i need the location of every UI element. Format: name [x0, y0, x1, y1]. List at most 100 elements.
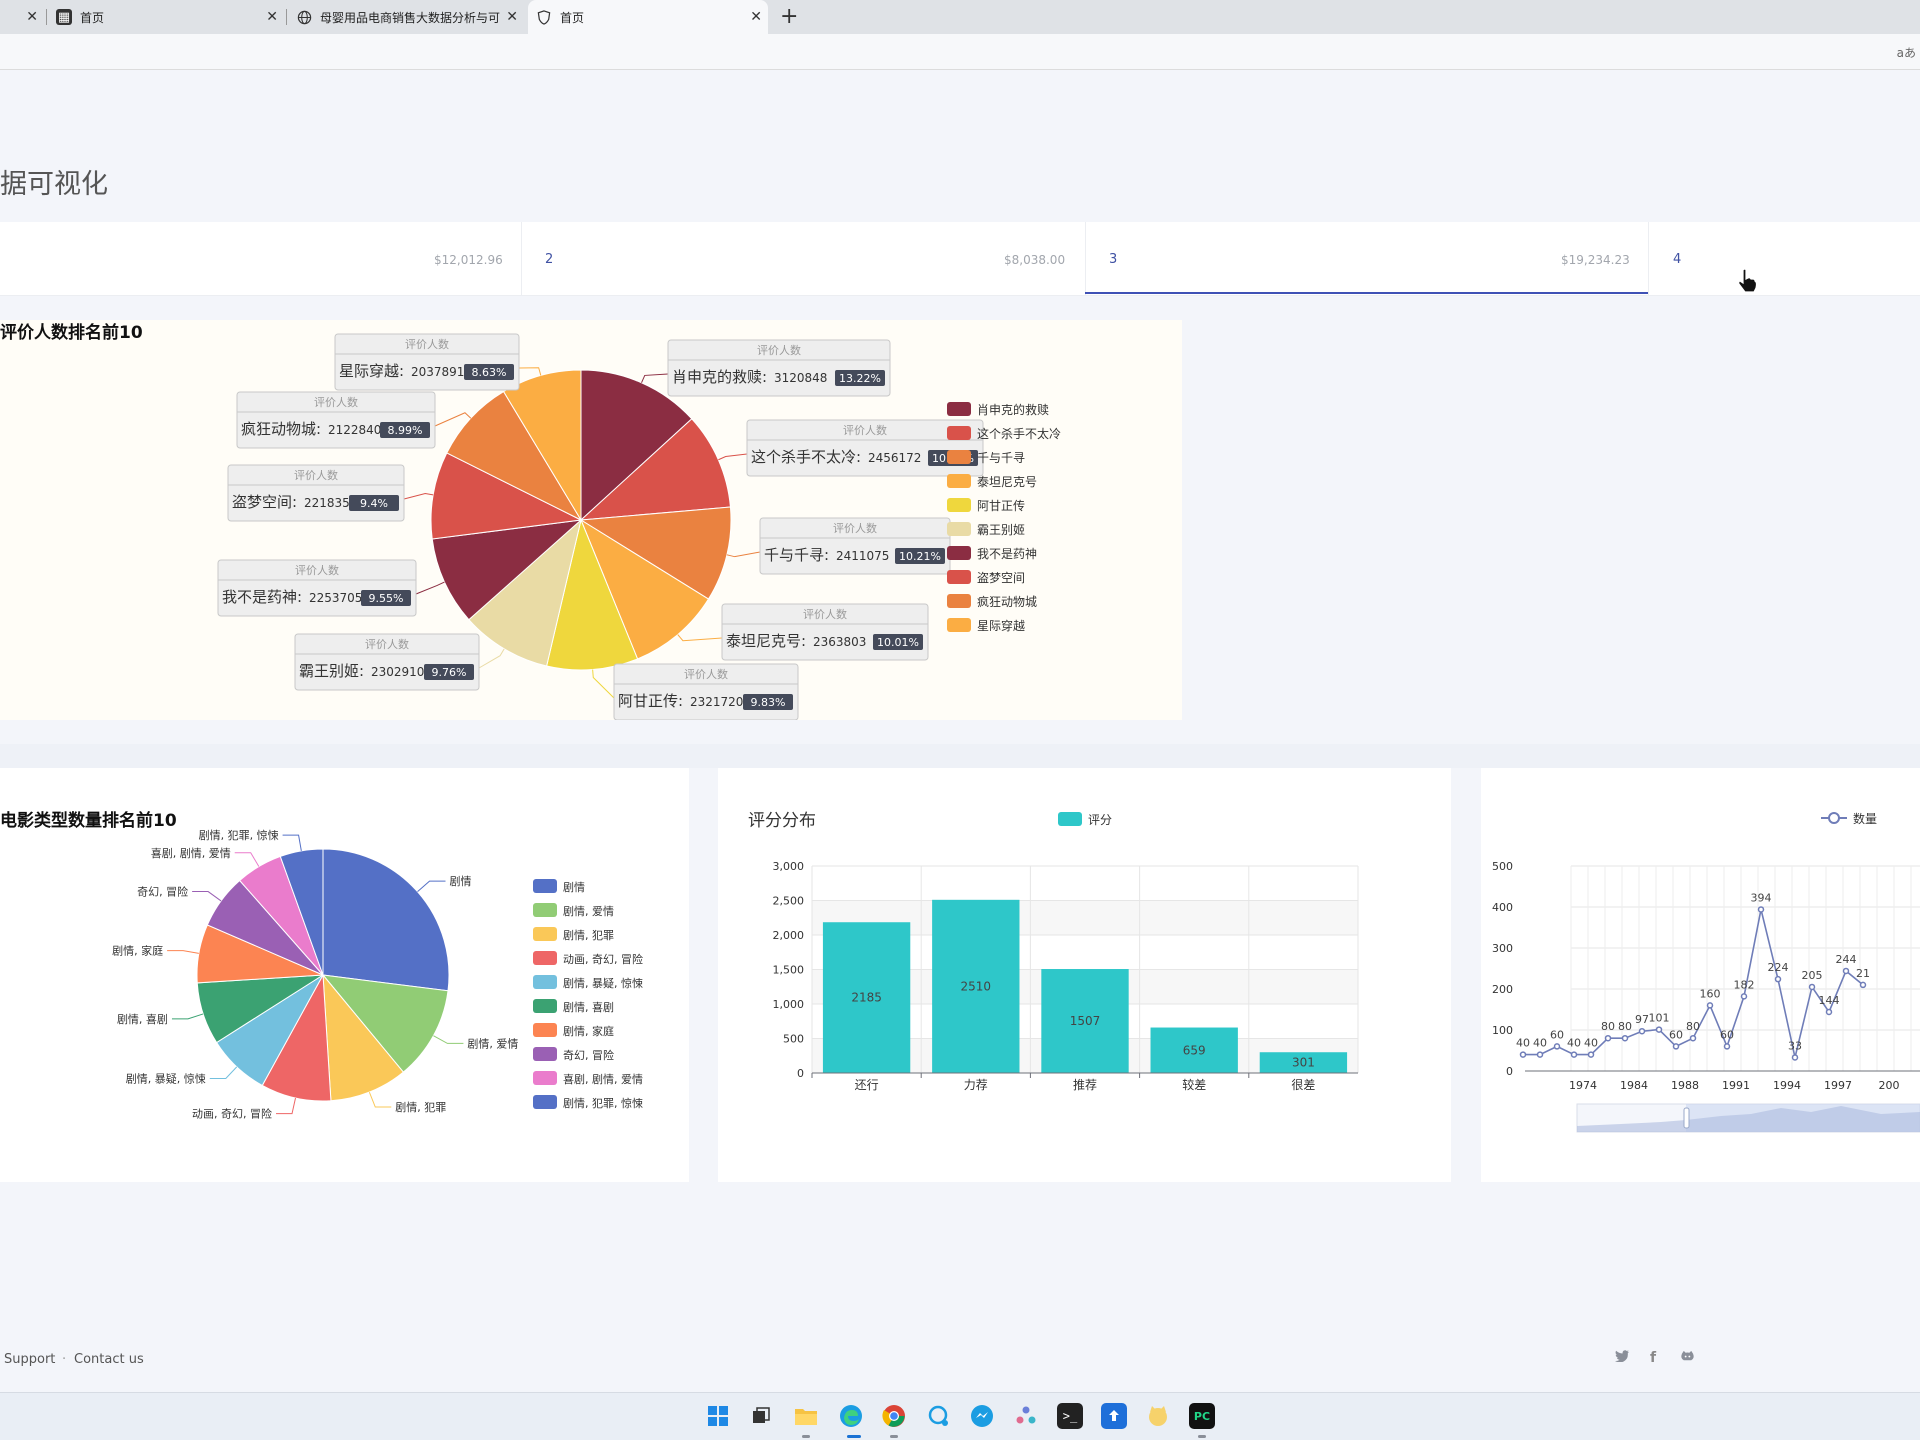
tab-ecommerce[interactable]: 母婴用品电商销售大数据分析与可 ✕ [296, 0, 524, 34]
legend-swatch[interactable] [533, 903, 557, 917]
cat-app-icon[interactable] [1145, 1403, 1171, 1429]
legend-label[interactable]: 泰坦尼克号 [977, 475, 1037, 489]
tab-close-icon[interactable]: ✕ [26, 9, 38, 25]
legend-swatch[interactable] [1058, 812, 1082, 826]
line-point[interactable] [1638, 1027, 1646, 1035]
line-point[interactable] [1791, 1054, 1799, 1061]
chrome-icon[interactable] [881, 1403, 907, 1429]
facebook-icon[interactable]: f [1650, 1350, 1656, 1366]
line-point[interactable] [1604, 1034, 1612, 1042]
line-point[interactable] [1740, 993, 1748, 1000]
legend-swatch[interactable] [947, 594, 971, 608]
legend-swatch[interactable] [947, 450, 971, 464]
tab-home-active[interactable]: 首页 ✕ [528, 0, 768, 34]
file-explorer-icon[interactable] [793, 1403, 819, 1429]
legend-label[interactable]: 这个杀手不太冷 [977, 426, 1061, 441]
line-point[interactable] [1757, 906, 1765, 913]
legend-label[interactable]: 喜剧, 剧情, 爱情 [563, 1073, 643, 1086]
pie-slice[interactable] [322, 848, 450, 992]
edge-browser-icon[interactable] [838, 1403, 864, 1429]
pycharm-icon[interactable]: PC [1189, 1403, 1215, 1429]
legend-swatch[interactable] [947, 522, 971, 536]
network-icon[interactable] [1013, 1403, 1039, 1429]
line-point[interactable] [1621, 1034, 1629, 1042]
legend-label[interactable]: 星际穿越 [977, 618, 1025, 633]
line-point[interactable] [1587, 1051, 1595, 1058]
read-aloud-icon[interactable]: aあ [1897, 44, 1916, 61]
windows-start-icon[interactable] [705, 1403, 731, 1429]
zoom-handle[interactable] [1683, 1107, 1690, 1129]
legend-swatch[interactable] [533, 1095, 557, 1109]
legend-swatch[interactable] [533, 951, 557, 965]
twitter-icon[interactable] [1615, 1350, 1629, 1366]
legend-label[interactable]: 剧情, 犯罪 [563, 929, 614, 942]
legend-label[interactable]: 千与千寻 [977, 451, 1025, 465]
upload-app-icon[interactable] [1101, 1403, 1127, 1429]
legend-swatch[interactable] [533, 1047, 557, 1061]
tab-home-1[interactable]: ▦ 首页 ✕ [56, 0, 284, 34]
line-point[interactable] [1774, 975, 1782, 983]
line-point[interactable] [1536, 1051, 1544, 1058]
line-point[interactable] [1519, 1051, 1527, 1058]
legend-swatch[interactable] [533, 1023, 557, 1037]
legend-label[interactable]: 剧情, 家庭 [563, 1024, 614, 1038]
legend-label[interactable]: 剧情, 喜剧 [563, 1001, 614, 1014]
contact-link[interactable]: Contact us [74, 1352, 144, 1367]
legend-label[interactable]: 评分 [1088, 813, 1112, 827]
legend-swatch[interactable] [947, 402, 971, 416]
line-point[interactable] [1706, 1002, 1714, 1009]
legend-swatch[interactable] [947, 618, 971, 632]
tab-close-icon[interactable]: ✕ [266, 9, 278, 25]
legend-swatch[interactable] [947, 546, 971, 560]
legend-label[interactable]: 阿甘正传 [977, 498, 1025, 513]
legend-label[interactable]: 肖申克的救赎 [977, 402, 1049, 417]
legend-swatch[interactable] [533, 1071, 557, 1085]
support-link[interactable]: Support [4, 1352, 55, 1367]
legend-swatch[interactable] [947, 426, 971, 440]
legend-label[interactable]: 奇幻, 冒险 [563, 1048, 614, 1062]
tab-partial[interactable]: ✕ [0, 0, 44, 34]
legend-marker[interactable] [1828, 812, 1840, 824]
line-point[interactable] [1723, 1043, 1731, 1050]
stat-cell-3[interactable]: 3 $19,234.23 [1086, 222, 1648, 296]
line-point[interactable] [1672, 1043, 1680, 1050]
stat-cell-1[interactable]: $12,012.96 [0, 222, 521, 296]
stat-cell-2[interactable]: 2 $8,038.00 [522, 222, 1085, 296]
legend-label[interactable]: 剧情, 暴疑, 惊悚 [563, 976, 643, 990]
tab-close-icon[interactable]: ✕ [750, 9, 762, 25]
legend-label[interactable]: 我不是药神 [977, 547, 1037, 561]
legend-swatch[interactable] [947, 498, 971, 512]
tab-close-icon[interactable]: ✕ [506, 9, 518, 25]
task-view-icon[interactable] [748, 1403, 774, 1429]
legend-swatch[interactable] [533, 879, 557, 893]
stat-cell-4[interactable]: 4 [1649, 222, 1920, 296]
address-bar[interactable]: aあ [0, 34, 1920, 70]
line-point[interactable] [1808, 983, 1816, 991]
legend-swatch[interactable] [947, 474, 971, 488]
legend-swatch[interactable] [533, 975, 557, 989]
legend-label[interactable]: 盗梦空间 [977, 570, 1025, 585]
data-zoom-slider[interactable] [1576, 1103, 1920, 1133]
line-point[interactable] [1842, 967, 1850, 975]
line-point[interactable] [1570, 1051, 1578, 1058]
legend-swatch[interactable] [533, 999, 557, 1013]
legend-label[interactable]: 动画, 奇幻, 冒险 [563, 952, 643, 966]
chat-icon[interactable] [925, 1403, 951, 1429]
legend-label[interactable]: 剧情 [563, 881, 585, 894]
legend-swatch[interactable] [947, 570, 971, 584]
legend-label[interactable]: 剧情, 爱情 [563, 905, 614, 918]
legend-swatch[interactable] [533, 927, 557, 941]
messenger-icon[interactable] [969, 1403, 995, 1429]
legend-label[interactable]: 霸王别姬 [977, 523, 1025, 537]
legend-label[interactable]: 疯狂动物城 [977, 594, 1037, 609]
legend-label[interactable]: 剧情, 犯罪, 惊悚 [563, 1096, 643, 1110]
new-tab-icon[interactable]: + [780, 4, 798, 29]
line-point[interactable] [1825, 1008, 1833, 1016]
line-point[interactable] [1859, 981, 1867, 989]
legend-label[interactable]: 数量 [1853, 811, 1877, 826]
line-point[interactable] [1689, 1034, 1697, 1042]
line-point[interactable] [1553, 1043, 1561, 1050]
github-icon[interactable] [1680, 1350, 1695, 1367]
line-point[interactable] [1655, 1026, 1663, 1033]
terminal-icon[interactable]: >_ [1057, 1403, 1083, 1429]
